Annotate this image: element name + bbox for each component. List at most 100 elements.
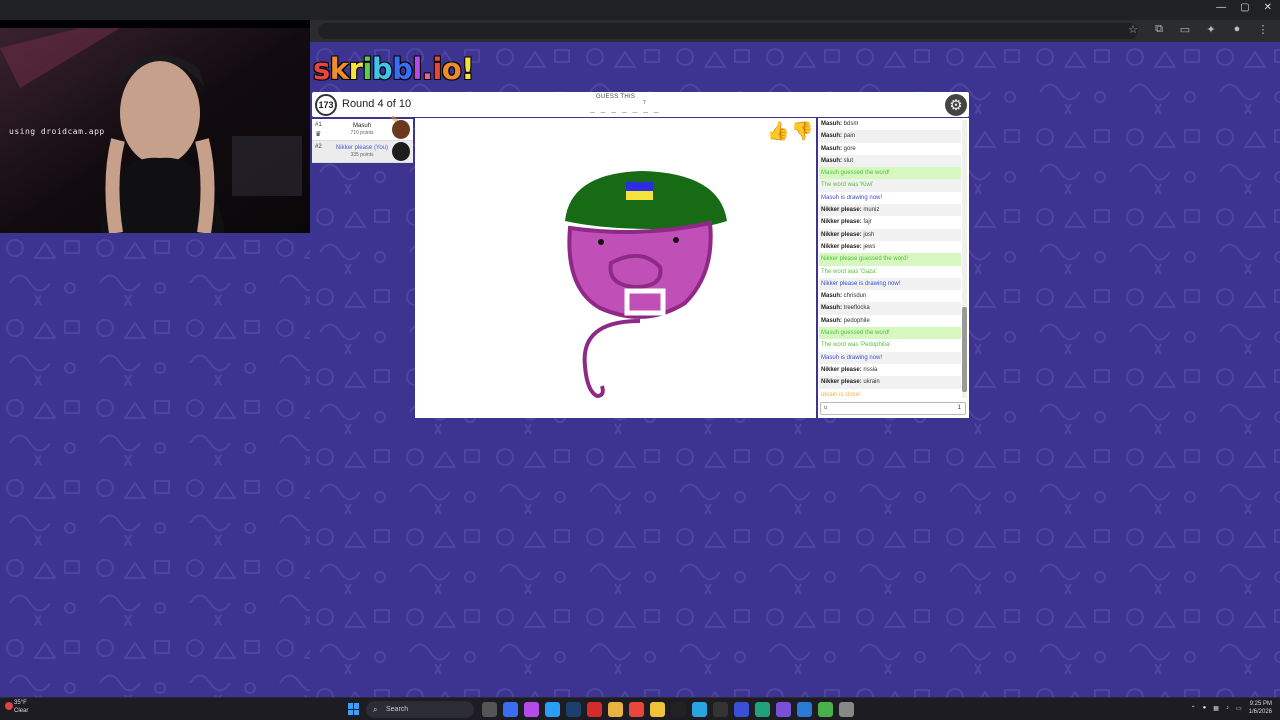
windows-start-icon[interactable] bbox=[348, 703, 360, 715]
game-header: 173 Round 4 of 10 GUESS THIS _ _ _ _ _ _… bbox=[312, 92, 969, 117]
minimize-icon[interactable]: — bbox=[1216, 2, 1226, 13]
chat-user: Masuh: bbox=[821, 121, 842, 127]
browser-titlebar: — ▢ ✕ bbox=[0, 0, 1280, 20]
search-icon: ⌕ bbox=[373, 705, 378, 714]
drawing bbox=[565, 171, 727, 399]
app-icon[interactable] bbox=[671, 702, 686, 717]
volume-icon[interactable]: ♪ bbox=[1226, 705, 1229, 711]
logo-letter: o bbox=[441, 52, 462, 86]
chat-message: Masuh: chrisdun bbox=[819, 290, 961, 302]
puzzle-icon[interactable]: ✦ bbox=[1204, 23, 1218, 36]
chat-user: Nikker please: bbox=[821, 366, 862, 373]
weather-text: Clear bbox=[14, 708, 29, 714]
word-length: 7 bbox=[643, 100, 646, 106]
address-bar[interactable] bbox=[318, 23, 1138, 39]
chat-message: Nikker please: fajr bbox=[819, 216, 961, 228]
chat-input[interactable]: u 1 bbox=[820, 402, 966, 415]
chat-messages: Masuh: bdsm Masuh: pain Masuh: gore Masu… bbox=[819, 118, 961, 400]
browser-toolbar: ☆ ⧉ ▭ ✦ ● ⋮ bbox=[310, 20, 1280, 42]
chat-text: Nikker please is drawing now! bbox=[821, 280, 901, 287]
app-icon[interactable] bbox=[734, 702, 749, 717]
logo-letter: b bbox=[392, 52, 413, 86]
chat-scrollbar[interactable] bbox=[962, 120, 967, 398]
logo-letter: . bbox=[421, 52, 433, 86]
chat-user: Masuh: bbox=[821, 133, 842, 140]
logo-letter: l bbox=[412, 52, 422, 86]
clock-date: 1/6/2026 bbox=[1248, 709, 1272, 715]
menu-icon[interactable]: ⋮ bbox=[1256, 23, 1270, 36]
chat-text: treeflocka bbox=[843, 305, 870, 312]
app-icon[interactable] bbox=[503, 702, 518, 717]
chat-text: fajr bbox=[863, 219, 872, 226]
chat-message-reveal: The word was 'Gaza' bbox=[819, 266, 961, 278]
avatar bbox=[392, 142, 410, 161]
telegram-icon[interactable] bbox=[692, 702, 707, 717]
chat-text: The word was 'Gaza' bbox=[821, 268, 877, 275]
clock-time: 9:25 PM bbox=[1249, 701, 1272, 707]
folder-icon[interactable] bbox=[650, 702, 665, 717]
settings-gear-icon[interactable]: ⚙ bbox=[945, 94, 967, 116]
sidepanel-icon[interactable]: ▭ bbox=[1178, 23, 1192, 36]
drawing-canvas[interactable]: 👍 👎 bbox=[415, 118, 816, 418]
app-icon[interactable] bbox=[797, 702, 812, 717]
chat-message-drawing: Masuh is drawing now! bbox=[819, 192, 961, 204]
logo-letter: i bbox=[432, 52, 442, 86]
maximize-icon[interactable]: ▢ bbox=[1240, 2, 1249, 13]
app-icon[interactable] bbox=[587, 702, 602, 717]
chat-message-guessed: Masuh guessed the word! bbox=[819, 167, 961, 180]
weather-icon bbox=[5, 702, 13, 710]
chat-text: Masuh guessed the word! bbox=[821, 330, 890, 337]
close-icon[interactable]: ✕ bbox=[1264, 2, 1272, 13]
file-explorer-icon[interactable] bbox=[482, 702, 497, 717]
microphone-icon[interactable]: ● bbox=[1203, 705, 1207, 711]
app-icon[interactable] bbox=[545, 702, 560, 717]
logo-letter: i bbox=[362, 52, 372, 86]
round-label: Round 4 of 10 bbox=[342, 98, 412, 110]
logo-letter: s bbox=[313, 52, 330, 86]
chat-message-guessed: Nikker please guessed the word! bbox=[819, 253, 961, 266]
search-placeholder: Search bbox=[386, 706, 409, 713]
chat-user: Nikker please: bbox=[821, 219, 862, 226]
extensions-icon[interactable]: ⧉ bbox=[1152, 23, 1166, 36]
chat-text: The word was 'Pedophilia' bbox=[821, 342, 891, 349]
edge-icon[interactable] bbox=[755, 702, 770, 717]
app-icon[interactable] bbox=[839, 702, 854, 717]
player-row[interactable]: #2 Nikker please (You) 335 points bbox=[312, 141, 413, 163]
logo-letter: r bbox=[348, 52, 363, 86]
chat-input-value: u bbox=[824, 405, 828, 411]
chat-message: Masuh: pedophile bbox=[819, 315, 961, 327]
chat-text: Nikker please guessed the word! bbox=[821, 256, 909, 263]
chat-text: Masuh guessed the word! bbox=[821, 170, 890, 177]
taskbar-clock[interactable]: 9:25 PM 1/6/2026 bbox=[1249, 700, 1272, 716]
app-icon[interactable] bbox=[524, 702, 539, 717]
battery-icon[interactable]: ▭ bbox=[1236, 705, 1242, 712]
network-icon[interactable]: ▦ bbox=[1213, 705, 1219, 712]
avatar bbox=[392, 120, 410, 139]
app-icon[interactable] bbox=[566, 702, 581, 717]
system-tray: ⌃ ● ▦ ♪ ▭ 9:25 PM 1/6/2026 bbox=[1191, 700, 1272, 716]
chat-user: Masuh: bbox=[821, 145, 842, 152]
app-icon[interactable] bbox=[818, 702, 833, 717]
chat-message: Nikker please: muniz bbox=[819, 204, 961, 217]
weather-widget[interactable]: 35°F Clear bbox=[5, 699, 29, 715]
app-icon[interactable] bbox=[776, 702, 791, 717]
skribbl-logo: skribbl.io! bbox=[313, 52, 474, 86]
thumbs-up-icon[interactable]: 👍 bbox=[767, 121, 789, 142]
chat-user: Masuh: bbox=[821, 293, 842, 300]
thumbs-down-icon[interactable]: 👎 bbox=[791, 121, 813, 142]
chrome-icon[interactable] bbox=[608, 702, 623, 717]
chevron-up-icon[interactable]: ⌃ bbox=[1191, 705, 1196, 712]
chat-scrollbar-thumb[interactable] bbox=[962, 307, 967, 392]
app-icon[interactable] bbox=[629, 702, 644, 717]
taskbar-search[interactable]: ⌕ Search bbox=[366, 701, 474, 718]
taskbar: 35°F Clear ⌕ Search ⌃ ● ▦ ♪ ▭ 9:25 PM 1/ bbox=[0, 697, 1280, 720]
profile-icon[interactable]: ● bbox=[1230, 23, 1244, 36]
chat-message-drawing: Masuh is drawing now! bbox=[819, 351, 961, 364]
bookmark-star-icon[interactable]: ☆ bbox=[1126, 23, 1140, 36]
app-icon[interactable] bbox=[713, 702, 728, 717]
chat-message-close: ukrain is close! bbox=[819, 388, 961, 400]
chat-text: ukrain bbox=[863, 379, 880, 386]
chat-text: Masuh is drawing now! bbox=[821, 194, 883, 201]
player-row[interactable]: #1 ♛ Masuh 710 points ✎ bbox=[312, 115, 413, 141]
chat-text: josh bbox=[863, 231, 875, 238]
